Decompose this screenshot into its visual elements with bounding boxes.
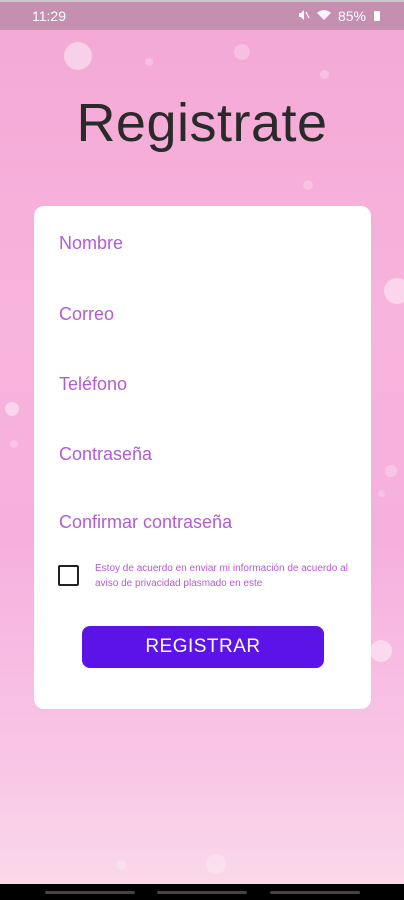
consent-text: Estoy de acuerdo en enviar mi informació… — [95, 563, 348, 589]
nav-home-handle[interactable] — [157, 891, 247, 894]
bokeh-bubble — [116, 860, 126, 870]
bokeh-bubble — [145, 58, 153, 66]
nav-back-handle[interactable] — [270, 891, 360, 894]
bokeh-bubble — [10, 440, 18, 448]
status-time: 11:29 — [32, 8, 66, 24]
bokeh-bubble — [370, 640, 392, 662]
nav-recent-handle[interactable] — [45, 891, 135, 894]
bokeh-bubble — [303, 180, 313, 190]
battery-level: 85% — [337, 8, 366, 24]
password-field[interactable]: Contraseña — [59, 444, 152, 465]
bokeh-bubble — [64, 42, 92, 70]
bokeh-bubble — [320, 70, 329, 79]
register-button[interactable]: REGISTRAR — [82, 626, 324, 668]
status-icons: 85% — [298, 8, 380, 24]
mute-icon — [298, 8, 310, 24]
navigation-bar — [0, 884, 404, 900]
battery-icon — [374, 11, 380, 21]
bokeh-bubble — [234, 44, 250, 60]
confirm-password-field[interactable]: Confirmar contraseña — [59, 512, 232, 533]
bokeh-bubble — [206, 854, 226, 874]
bokeh-bubble — [384, 278, 404, 304]
bokeh-bubble — [378, 490, 385, 497]
status-bar: 11:29 85% — [0, 0, 404, 30]
page-title: Registrate — [76, 93, 328, 153]
email-field[interactable]: Correo — [59, 304, 114, 325]
bokeh-bubble — [385, 465, 397, 477]
name-field[interactable]: Nombre — [59, 233, 123, 254]
wifi-icon — [316, 8, 332, 24]
phone-field[interactable]: Teléfono — [59, 374, 127, 395]
consent-checkbox[interactable] — [58, 565, 79, 586]
bokeh-bubble — [5, 402, 19, 416]
registration-card: Nombre Correo Teléfono Contraseña Confir… — [34, 206, 371, 709]
